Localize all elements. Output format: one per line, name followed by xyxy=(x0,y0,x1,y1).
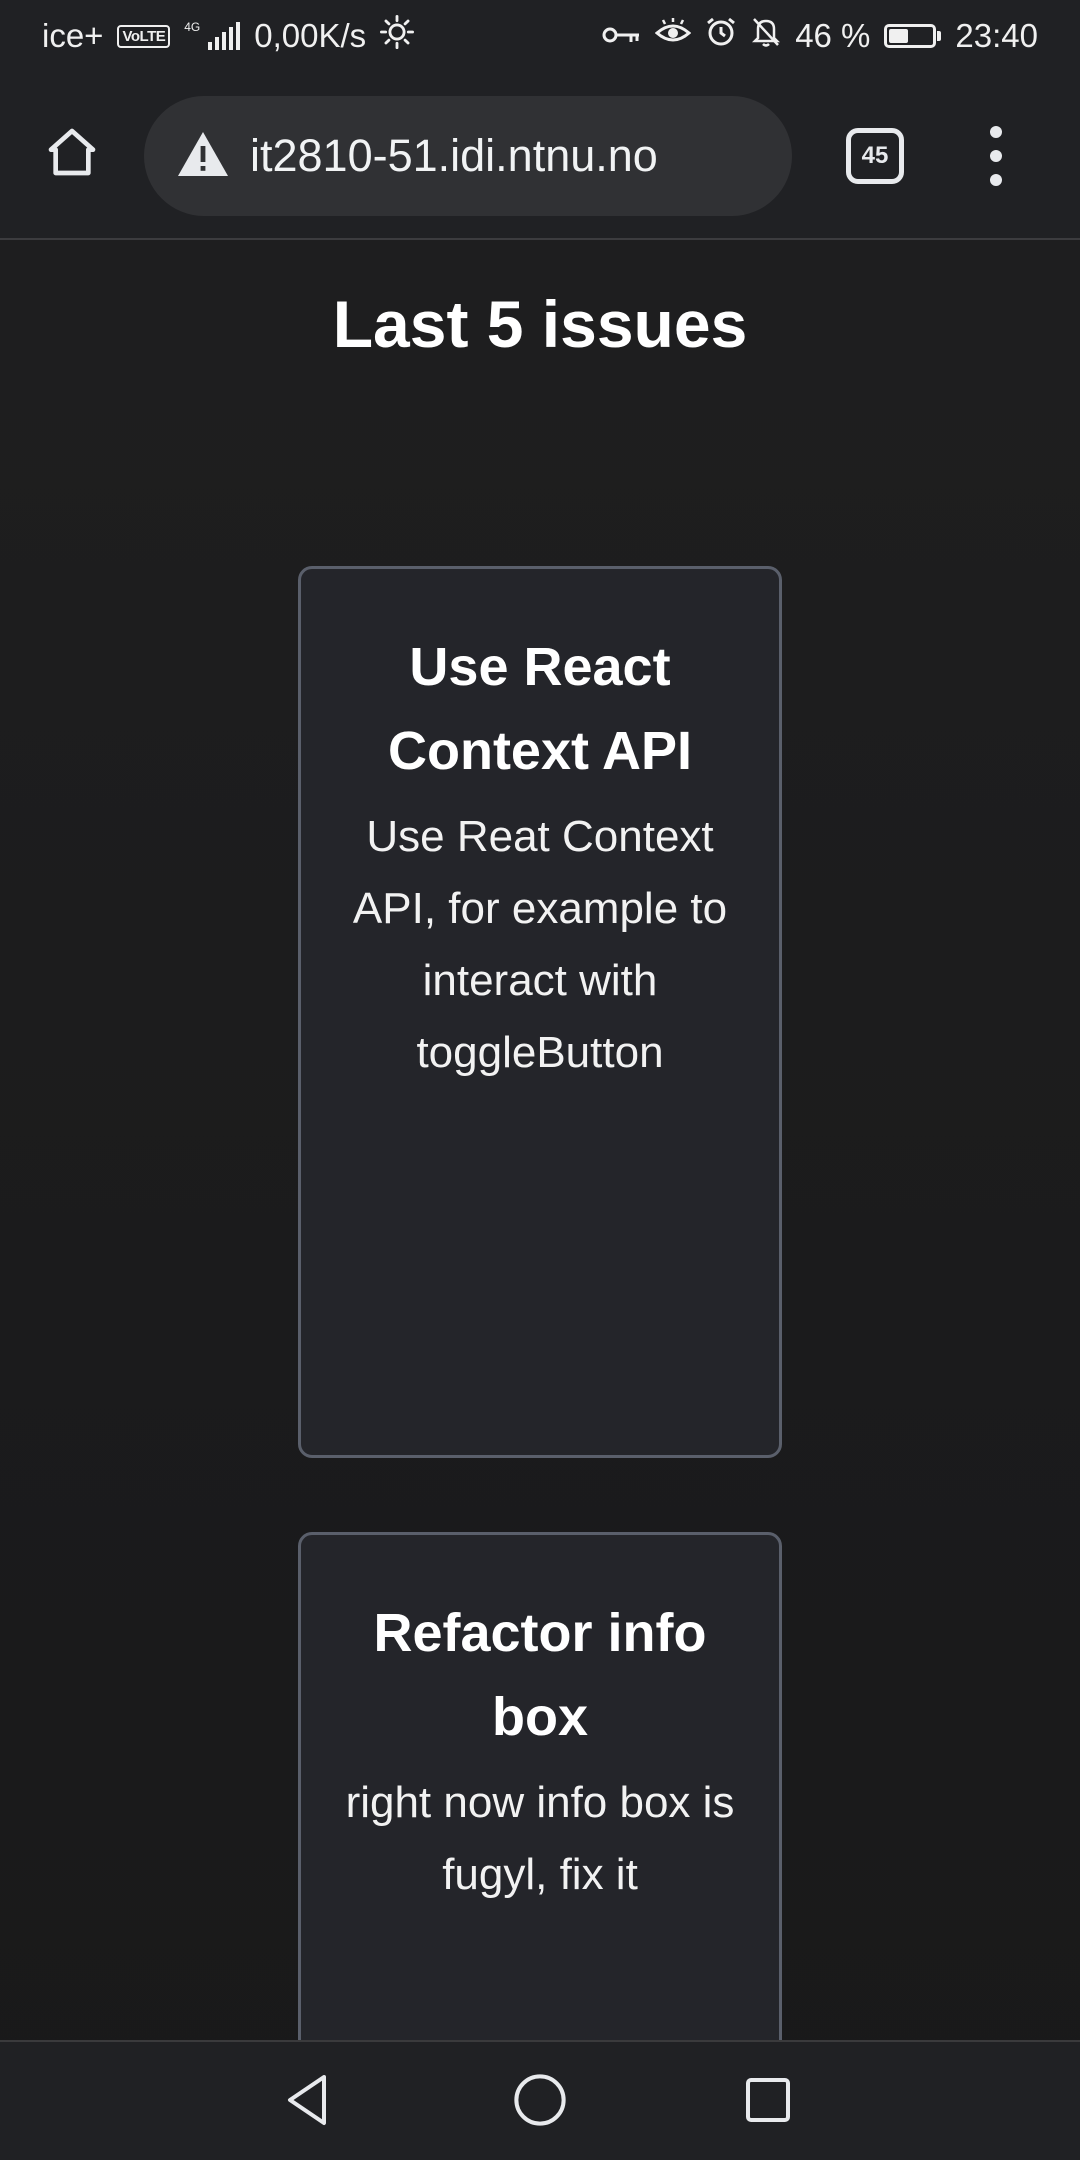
signal-icon xyxy=(208,22,241,50)
url-text[interactable]: it2810-51.idi.ntnu.no xyxy=(250,130,658,182)
clock: 23:40 xyxy=(955,17,1038,54)
tab-count: 45 xyxy=(861,142,889,169)
back-icon xyxy=(284,2073,332,2132)
eye-comfort-icon xyxy=(654,17,692,55)
web-page: Last 5 issues Use React Context API Use … xyxy=(0,240,1080,2040)
more-vert-icon-dot xyxy=(990,174,1002,186)
home-nav-button[interactable] xyxy=(510,2072,570,2132)
home-button[interactable] xyxy=(36,118,108,190)
recents-icon xyxy=(744,2076,792,2129)
volte-badge: VoLTE xyxy=(117,24,171,48)
battery-percent: 46 % xyxy=(795,17,871,54)
status-right: 46 % 23:40 xyxy=(601,16,1038,56)
issue-card[interactable]: Use React Context API Use Reat Context A… xyxy=(298,566,782,1458)
more-menu-button[interactable] xyxy=(972,126,1020,186)
alarm-icon xyxy=(705,16,737,56)
home-circle-icon xyxy=(513,2073,567,2132)
back-button[interactable] xyxy=(278,2072,338,2132)
issue-title: Refactor info box xyxy=(373,1603,707,1747)
brightness-icon xyxy=(380,15,415,57)
issue-title: Use React Context API xyxy=(387,637,692,781)
battery-icon xyxy=(884,24,942,48)
issue-description: right now info box is fugyl, fix it xyxy=(345,1778,735,1899)
notifications-off-icon xyxy=(751,16,781,56)
tab-switcher-button[interactable]: 45 xyxy=(846,128,904,184)
battery-tip xyxy=(937,31,942,41)
more-vert-icon-dot xyxy=(990,150,1002,162)
issue-description: Use Reat Context API, for example to int… xyxy=(352,812,728,1077)
not-secure-warning-icon[interactable] xyxy=(176,130,230,183)
more-vert-icon-dot xyxy=(990,126,1002,138)
system-nav-bar xyxy=(0,2040,1080,2160)
network-speed: 0,00K/s xyxy=(254,17,367,54)
screen: ice+ VoLTE 4G 0,00K/s 46 % 23:40 it2810-… xyxy=(0,0,1080,2160)
home-icon xyxy=(44,124,100,185)
network-type: 4G xyxy=(184,20,201,34)
vpn-key-icon xyxy=(601,17,641,55)
status-bar: ice+ VoLTE 4G 0,00K/s 46 % 23:40 xyxy=(0,0,1080,72)
battery-body xyxy=(884,24,937,48)
page-title: Last 5 issues xyxy=(332,287,748,361)
battery-fill xyxy=(889,29,909,43)
status-left: ice+ VoLTE 4G 0,00K/s xyxy=(42,15,415,57)
address-bar[interactable]: it2810-51.idi.ntnu.no xyxy=(144,96,792,216)
recents-button[interactable] xyxy=(738,2072,798,2132)
carrier-name: ice+ xyxy=(42,17,104,54)
browser-toolbar: it2810-51.idi.ntnu.no 45 xyxy=(0,72,1080,240)
issue-card[interactable]: Refactor info box right now info box is … xyxy=(298,1532,782,2040)
